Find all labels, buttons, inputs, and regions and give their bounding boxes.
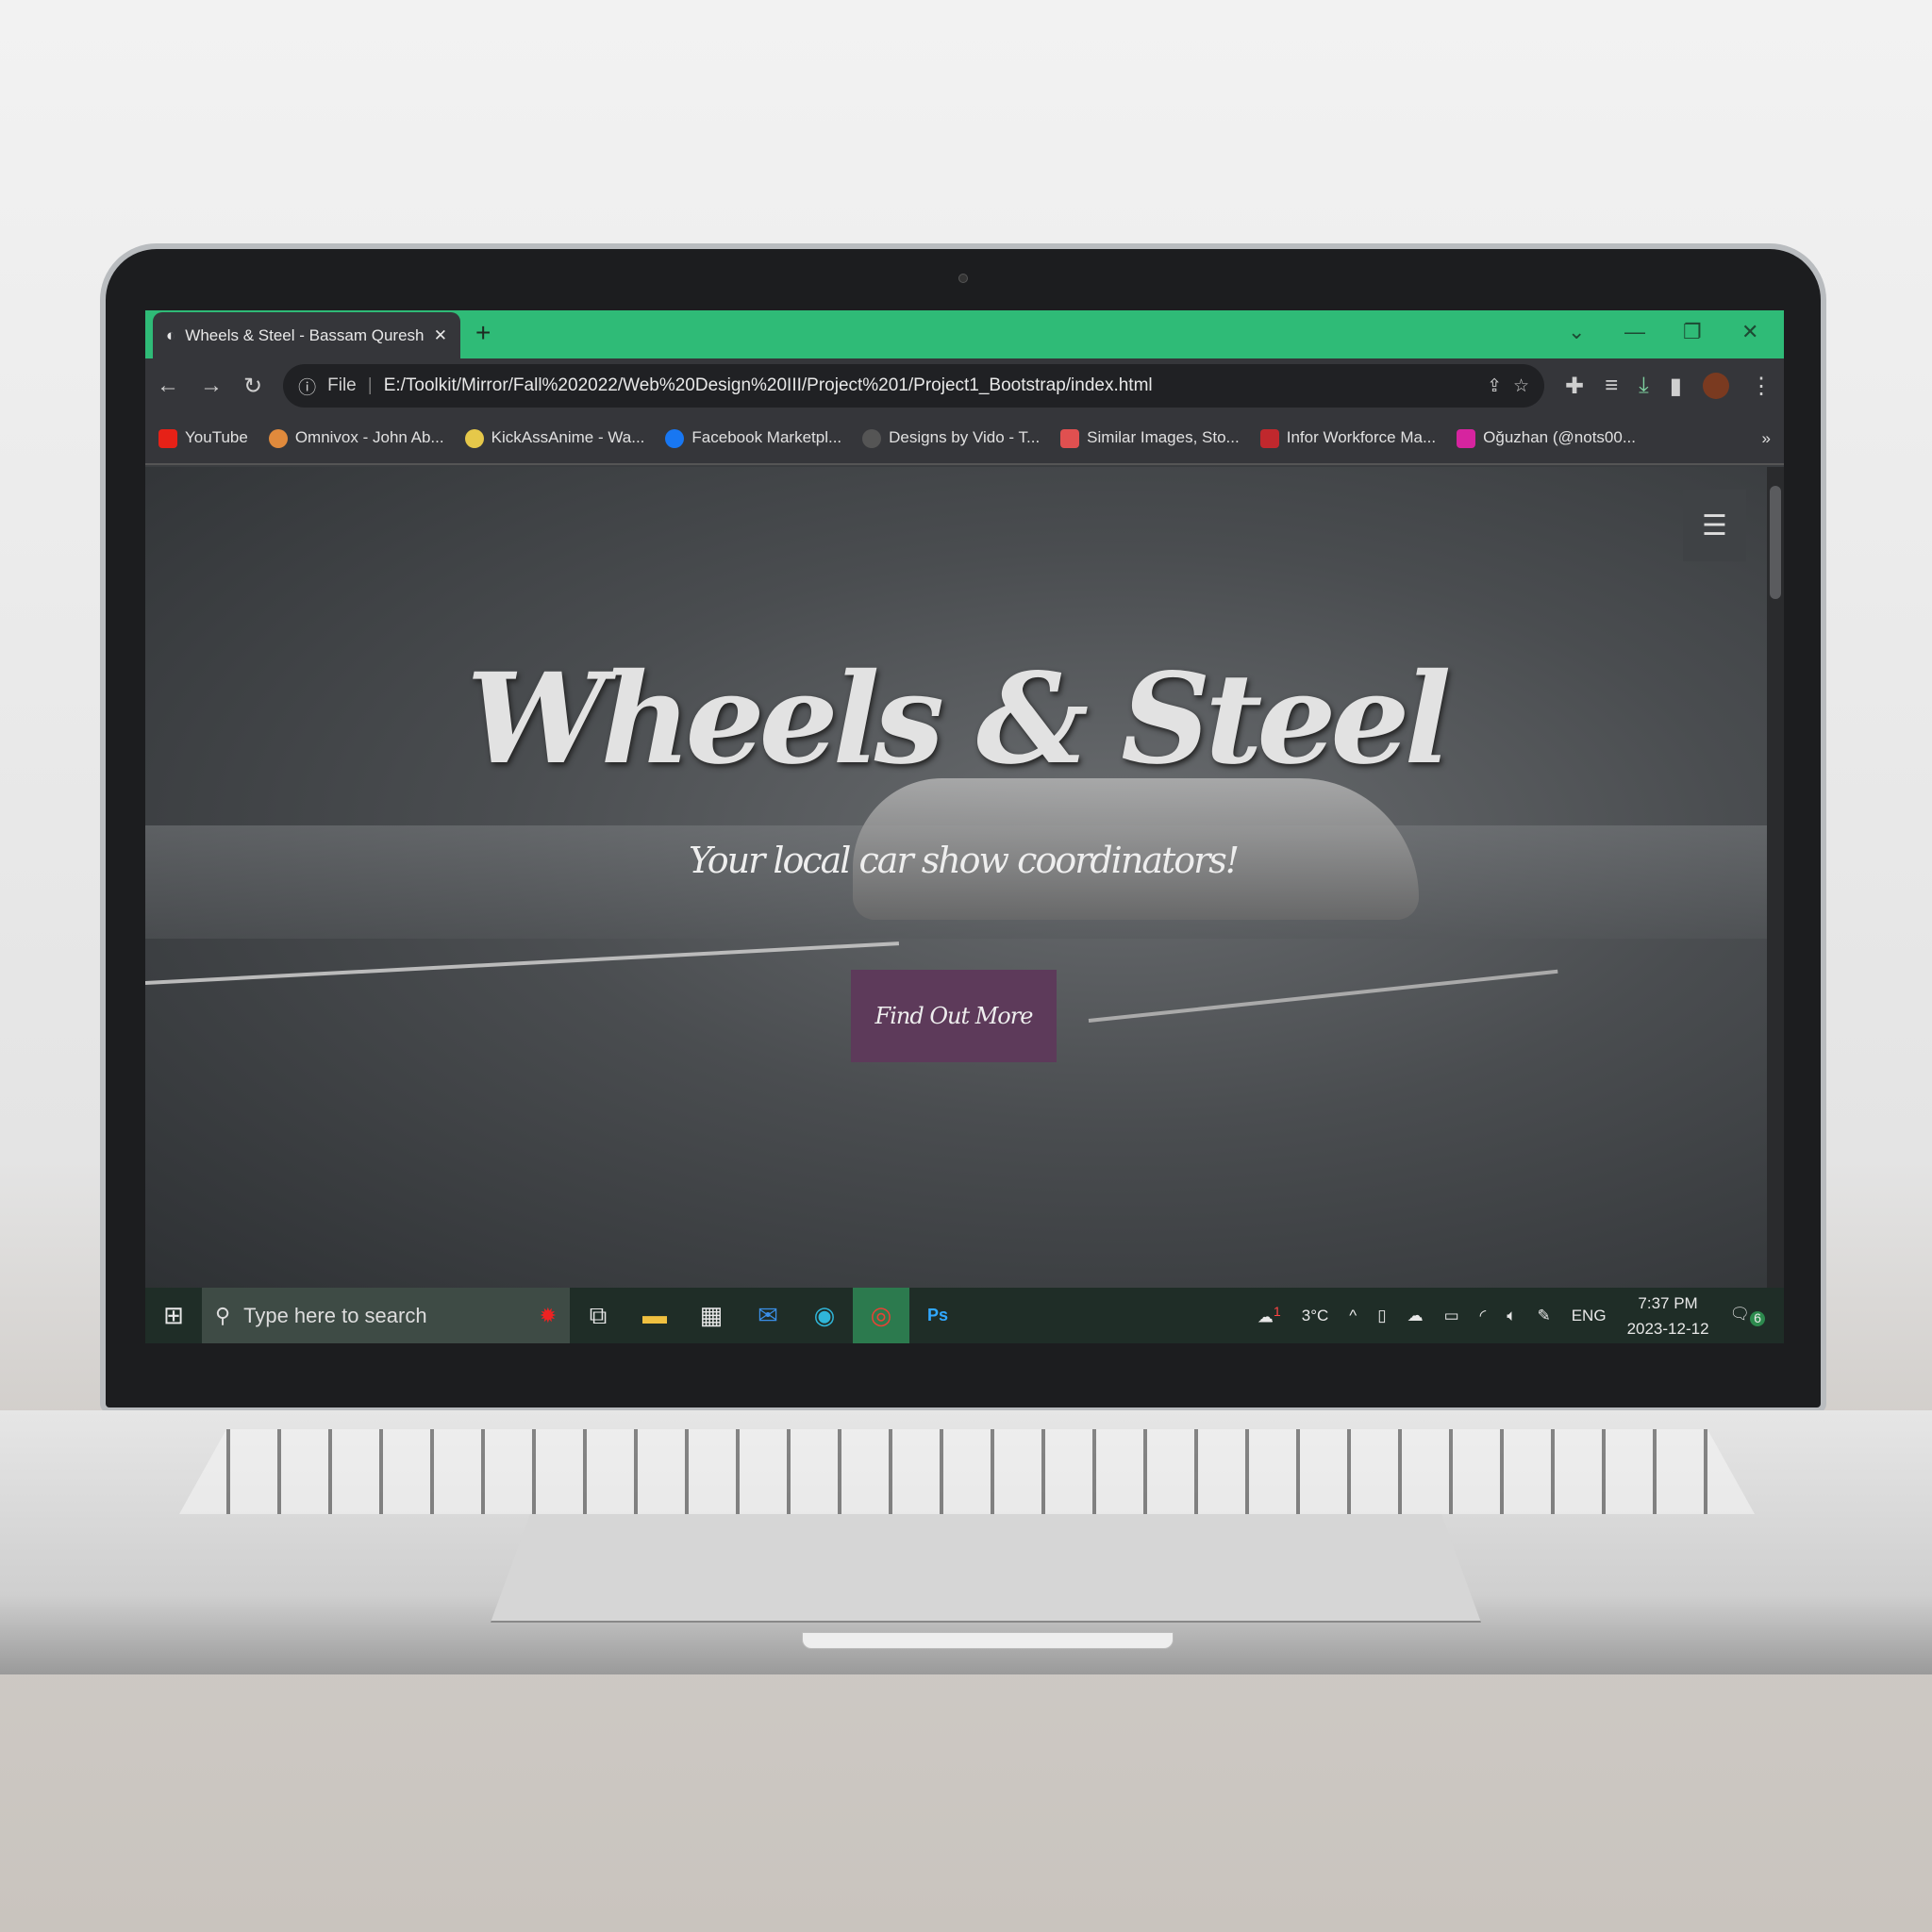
address-bar[interactable]: ⓘ File | E:/Toolkit/Mirror/Fall%202022/W… xyxy=(283,364,1545,408)
bookmark-star-icon[interactable]: ☆ xyxy=(1513,375,1529,397)
system-tray: ☁1 3°C ^ ▯ ☁ ▭ ◜ 🔈︎ ✎ ENG 7:37 PM 2023-1… xyxy=(1257,1291,1784,1341)
new-tab-button[interactable]: + xyxy=(475,318,491,348)
bookmark-designs-by-vido[interactable]: Designs by Vido - T... xyxy=(862,428,1040,448)
chevron-up-icon[interactable]: ^ xyxy=(1349,1307,1357,1325)
toolbar: ← → ↻ ⓘ File | E:/Toolkit/Mirror/Fall%20… xyxy=(145,358,1784,413)
file-explorer-icon[interactable]: ▬ xyxy=(626,1301,683,1330)
bookmark-similar-images[interactable]: Similar Images, Sto... xyxy=(1060,428,1240,448)
youtube-icon xyxy=(158,428,177,448)
mail-icon[interactable]: ✉ xyxy=(740,1301,796,1330)
chrome-icon[interactable]: ◎ xyxy=(853,1288,909,1343)
vido-icon xyxy=(862,428,882,448)
store-icon[interactable]: ▦ xyxy=(683,1301,740,1330)
hero-subtitle: Your local car show coordinators! xyxy=(688,840,1240,881)
taskbar: ⊞ ⚲ Type here to search ✹ ⧉ ▬ ▦ ✉ ◉ ◎ Ps… xyxy=(145,1288,1784,1343)
road-line xyxy=(1088,969,1558,1023)
url-text[interactable]: E:/Toolkit/Mirror/Fall%202022/Web%20Desi… xyxy=(384,375,1475,396)
hamburger-menu-button[interactable]: ☰ xyxy=(1683,490,1746,561)
lid-notch xyxy=(802,1632,1174,1649)
tab-strip: ◐ Wheels & Steel - Bassam Qureshi ✕ + ⌄ … xyxy=(145,310,1784,358)
close-window-button[interactable]: ✕ xyxy=(1741,320,1758,344)
windows-start-icon[interactable]: ⊞ xyxy=(145,1301,202,1330)
taskbar-search[interactable]: ⚲ Type here to search ✹ xyxy=(202,1288,570,1343)
battery-icon[interactable]: ▭ xyxy=(1444,1307,1459,1325)
tab-search-icon[interactable]: ⌄ xyxy=(1568,320,1585,344)
photoshop-icon[interactable]: Ps xyxy=(909,1306,966,1325)
road-line xyxy=(145,941,900,985)
favicon-icon: ◐ xyxy=(166,325,176,344)
language-indicator[interactable]: ENG xyxy=(1572,1307,1607,1325)
poinsettia-icon: ✹ xyxy=(539,1303,557,1327)
bookmark-kickassanime[interactable]: KickAssAnime - Wa... xyxy=(464,428,644,448)
tab-title: Wheels & Steel - Bassam Qureshi xyxy=(185,325,425,344)
weather-icon[interactable]: ☁1 xyxy=(1257,1305,1281,1327)
hero-section: Wheels & Steel Your local car show coord… xyxy=(145,467,1767,1288)
instagram-icon xyxy=(1457,428,1476,448)
menu-icon[interactable]: ⋮ xyxy=(1750,373,1773,400)
find-out-more-button[interactable]: Find Out More xyxy=(851,970,1057,1062)
download-icon[interactable]: ⤓ xyxy=(1639,373,1649,399)
restore-button[interactable]: ❐ xyxy=(1683,320,1702,344)
trackpad xyxy=(491,1514,1481,1623)
crown-icon xyxy=(464,428,484,448)
bookmark-omnivox[interactable]: Omnivox - John Ab... xyxy=(268,428,444,448)
reload-icon[interactable]: ↻ xyxy=(243,373,262,400)
bookmark-youtube[interactable]: YouTube xyxy=(158,428,248,448)
pen-icon[interactable]: ✎ xyxy=(1537,1307,1550,1325)
close-tab-icon[interactable]: ✕ xyxy=(434,326,447,345)
back-icon[interactable]: ← xyxy=(157,373,179,399)
extensions-icon[interactable]: ✚ xyxy=(1565,373,1584,400)
more-bookmarks-button[interactable]: » xyxy=(1762,429,1771,448)
screen: ◐ Wheels & Steel - Bassam Qureshi ✕ + ⌄ … xyxy=(145,310,1784,1343)
weather-temp[interactable]: 3°C xyxy=(1302,1307,1329,1325)
wifi-icon[interactable]: ◜ xyxy=(1480,1307,1487,1325)
clock[interactable]: 7:37 PM 2023-12-12 xyxy=(1627,1291,1709,1341)
similar-images-icon xyxy=(1060,428,1080,448)
scheme-label: File xyxy=(327,375,357,395)
scrollbar-thumb[interactable] xyxy=(1770,486,1781,599)
forward-icon[interactable]: → xyxy=(200,373,223,399)
info-icon: ⓘ xyxy=(298,377,317,398)
bookmark-facebook[interactable]: Facebook Marketpl... xyxy=(665,428,841,448)
onedrive-icon[interactable]: ☁ xyxy=(1407,1307,1424,1325)
omnivox-icon xyxy=(268,428,288,448)
edge-icon[interactable]: ◉ xyxy=(796,1301,853,1330)
bookmark-instagram[interactable]: Oğuzhan (@nots00... xyxy=(1457,428,1636,448)
bookmark-infor[interactable]: Infor Workforce Ma... xyxy=(1259,428,1436,448)
side-panel-icon[interactable]: ▮ xyxy=(1670,373,1682,400)
bookmarks-bar: YouTube Omnivox - John Ab... KickAssAnim… xyxy=(145,413,1784,465)
share-icon[interactable]: ⇪ xyxy=(1487,375,1502,397)
search-icon: ⚲ xyxy=(215,1303,231,1327)
media-icon[interactable]: ≡ xyxy=(1605,373,1618,399)
facebook-icon xyxy=(665,428,685,448)
scrollbar[interactable] xyxy=(1767,467,1784,1288)
notification-icon[interactable]: 🗨︎ 6 xyxy=(1730,1305,1765,1327)
minimize-button[interactable]: — xyxy=(1624,320,1645,344)
browser-tab[interactable]: ◐ Wheels & Steel - Bassam Qureshi ✕ xyxy=(153,312,460,358)
keyboard xyxy=(179,1429,1755,1514)
task-view-icon[interactable]: ⧉ xyxy=(570,1301,626,1331)
webcam xyxy=(958,274,968,283)
search-placeholder: Type here to search xyxy=(243,1303,427,1327)
profile-avatar[interactable] xyxy=(1703,373,1729,399)
volume-icon[interactable]: 🔈︎ xyxy=(1507,1307,1516,1325)
infor-icon xyxy=(1259,428,1279,448)
hero-title: Wheels & Steel xyxy=(466,646,1451,792)
device-icon[interactable]: ▯ xyxy=(1377,1307,1386,1325)
